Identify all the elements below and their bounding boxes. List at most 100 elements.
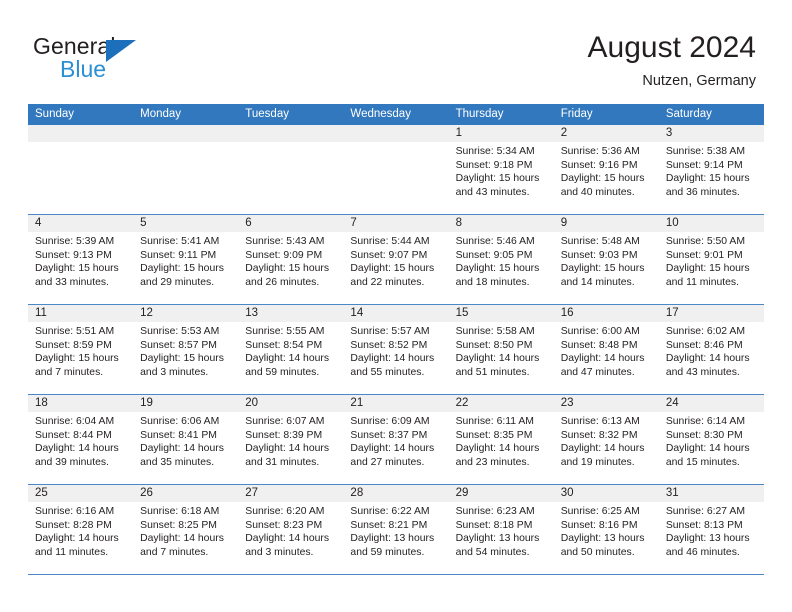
sunset-text: Sunset: 8:16 PM (560, 519, 638, 531)
daylight-text-line2: and 19 minutes. (560, 456, 635, 468)
day-number: 4 (35, 217, 42, 229)
sunset-text: Sunset: 8:41 PM (140, 429, 217, 441)
day-number: 3 (665, 127, 673, 139)
week-daynumber-strip: 1 2 3 (28, 125, 764, 142)
sunset-text: Sunset: 8:28 PM (35, 519, 112, 531)
day-number: 6 (245, 217, 252, 229)
sunrise-text: Sunrise: 6:27 AM (665, 506, 745, 517)
daylight-text-line1: Daylight: 14 hours (455, 443, 540, 455)
day-cell[interactable]: Sunrise: 6:04 AM Sunset: 8:44 PM Dayligh… (28, 412, 133, 484)
day-number: 18 (35, 397, 48, 409)
week-body: Sunrise: 6:16 AM Sunset: 8:28 PM Dayligh… (28, 502, 764, 574)
day-number: 17 (665, 307, 679, 319)
day-cell[interactable]: Sunrise: 6:16 AM Sunset: 8:28 PM Dayligh… (28, 502, 133, 574)
day-cell[interactable]: Sunrise: 5:44 AM Sunset: 9:07 PM Dayligh… (343, 232, 448, 304)
daylight-text-line2: and 51 minutes. (455, 366, 530, 378)
day-cell[interactable]: Sunrise: 5:43 AM Sunset: 9:09 PM Dayligh… (238, 232, 343, 304)
day-number: 12 (140, 307, 153, 319)
day-cell[interactable]: Sunrise: 5:46 AM Sunset: 9:05 PM Dayligh… (449, 232, 554, 304)
day-cell[interactable]: Sunrise: 6:22 AM Sunset: 8:21 PM Dayligh… (343, 502, 448, 574)
page-subtitle: Nutzen, Germany (642, 73, 756, 89)
day-cell[interactable]: Sunrise: 6:18 AM Sunset: 8:25 PM Dayligh… (133, 502, 238, 574)
week-row: 11 12 13 14 15 16 17 Sunrise: 5:51 AM Su… (28, 305, 764, 395)
daylight-text-line1: Daylight: 14 hours (35, 533, 119, 545)
sunrise-text: Sunrise: 6:11 AM (455, 416, 534, 427)
day-number: 28 (350, 487, 364, 499)
daylight-text-line2: and 3 minutes. (245, 546, 314, 558)
day-cell[interactable]: Sunrise: 6:13 AM Sunset: 8:32 PM Dayligh… (554, 412, 659, 484)
sunrise-text: Sunrise: 6:23 AM (455, 506, 535, 517)
weekday-header-friday: Friday (560, 108, 593, 120)
day-cell[interactable]: Sunrise: 5:34 AM Sunset: 9:18 PM Dayligh… (449, 142, 554, 214)
day-cell[interactable]: Sunrise: 5:51 AM Sunset: 8:59 PM Dayligh… (28, 322, 133, 394)
daylight-text-line1: Daylight: 14 hours (245, 353, 330, 365)
day-cell[interactable]: Sunrise: 5:50 AM Sunset: 9:01 PM Dayligh… (659, 232, 764, 304)
day-number (238, 125, 343, 142)
day-cell[interactable]: Sunrise: 6:14 AM Sunset: 8:30 PM Dayligh… (659, 412, 764, 484)
day-cell[interactable]: Sunrise: 5:57 AM Sunset: 8:52 PM Dayligh… (343, 322, 448, 394)
daylight-text-line1: Daylight: 14 hours (245, 533, 330, 545)
sunset-text: Sunset: 9:13 PM (35, 249, 112, 261)
week-daynumber-strip: 18 19 20 21 22 23 24 (28, 395, 764, 412)
week-row: 18 19 20 21 22 23 24 Sunrise: 6:04 AM Su… (28, 395, 764, 485)
day-cell[interactable] (133, 142, 238, 214)
day-cell[interactable]: Sunrise: 5:38 AM Sunset: 9:14 PM Dayligh… (659, 142, 764, 214)
day-cell[interactable] (343, 142, 448, 214)
daylight-text-line1: Daylight: 15 hours (350, 263, 435, 275)
generalblue-logo[interactable]: General Blue (33, 34, 233, 86)
day-cell[interactable]: Sunrise: 5:55 AM Sunset: 8:54 PM Dayligh… (238, 322, 343, 394)
sunset-text: Sunset: 8:50 PM (455, 339, 533, 351)
sunrise-text: Sunrise: 6:25 AM (560, 506, 640, 517)
day-cell[interactable]: Sunrise: 6:11 AM Sunset: 8:35 PM Dayligh… (449, 412, 554, 484)
day-cell[interactable]: Sunrise: 6:20 AM Sunset: 8:23 PM Dayligh… (238, 502, 343, 574)
sunrise-text: Sunrise: 6:20 AM (245, 506, 325, 517)
daylight-text-line1: Daylight: 14 hours (140, 533, 224, 545)
weekday-header-tuesday: Tuesday (245, 108, 289, 120)
sunset-text: Sunset: 8:48 PM (560, 339, 638, 351)
day-number: 15 (455, 307, 469, 319)
day-number: 8 (455, 217, 462, 229)
sunrise-text: Sunrise: 6:14 AM (665, 416, 745, 427)
daylight-text-line1: Daylight: 14 hours (665, 443, 750, 455)
sunrise-text: Sunrise: 5:36 AM (560, 146, 640, 157)
day-cell[interactable]: Sunrise: 5:53 AM Sunset: 8:57 PM Dayligh… (133, 322, 238, 394)
daylight-text-line1: Daylight: 15 hours (560, 263, 645, 275)
sunset-text: Sunset: 9:09 PM (245, 249, 323, 261)
day-cell[interactable]: Sunrise: 5:36 AM Sunset: 9:16 PM Dayligh… (554, 142, 659, 214)
day-cell[interactable]: Sunrise: 5:58 AM Sunset: 8:50 PM Dayligh… (449, 322, 554, 394)
day-cell[interactable]: Sunrise: 6:27 AM Sunset: 8:13 PM Dayligh… (659, 502, 764, 574)
day-cell[interactable]: Sunrise: 5:48 AM Sunset: 9:03 PM Dayligh… (554, 232, 659, 304)
day-cell[interactable]: Sunrise: 6:07 AM Sunset: 8:39 PM Dayligh… (238, 412, 343, 484)
page-header: General Blue August 2024 Nutzen, Germany (0, 0, 792, 104)
daylight-text-line2: and 36 minutes. (665, 186, 740, 198)
sunset-text: Sunset: 9:03 PM (560, 249, 638, 261)
sunset-text: Sunset: 9:01 PM (665, 249, 743, 261)
page-title: August 2024 (587, 31, 756, 64)
day-cell[interactable]: Sunrise: 6:00 AM Sunset: 8:48 PM Dayligh… (554, 322, 659, 394)
sunset-text: Sunset: 8:32 PM (560, 429, 638, 441)
day-cell[interactable]: Sunrise: 6:25 AM Sunset: 8:16 PM Dayligh… (554, 502, 659, 574)
week-body: Sunrise: 5:34 AM Sunset: 9:18 PM Dayligh… (28, 142, 764, 214)
day-number: 7 (350, 217, 357, 229)
day-number: 20 (245, 397, 259, 409)
sunrise-text: Sunrise: 5:55 AM (245, 326, 325, 337)
day-cell[interactable] (238, 142, 343, 214)
calendar-page: General Blue August 2024 Nutzen, Germany… (0, 0, 792, 612)
daylight-text-line2: and 26 minutes. (245, 276, 320, 288)
daylight-text-line2: and 43 minutes. (455, 186, 530, 198)
calendar-grid: Sunday Monday Tuesday Wednesday Thursday… (28, 104, 764, 575)
day-cell[interactable]: Sunrise: 6:02 AM Sunset: 8:46 PM Dayligh… (659, 322, 764, 394)
day-cell[interactable] (28, 142, 133, 214)
day-cell[interactable]: Sunrise: 6:23 AM Sunset: 8:18 PM Dayligh… (449, 502, 554, 574)
day-number: 31 (665, 487, 679, 499)
day-number: 9 (560, 217, 568, 229)
sunset-text: Sunset: 9:16 PM (560, 159, 638, 171)
day-cell[interactable]: Sunrise: 6:09 AM Sunset: 8:37 PM Dayligh… (343, 412, 448, 484)
sunrise-text: Sunrise: 5:39 AM (35, 236, 115, 247)
logo-text-blue: Blue (60, 56, 107, 82)
daylight-text-line2: and 29 minutes. (140, 276, 215, 288)
day-cell[interactable]: Sunrise: 5:39 AM Sunset: 9:13 PM Dayligh… (28, 232, 133, 304)
daylight-text-line1: Daylight: 14 hours (665, 353, 750, 365)
day-cell[interactable]: Sunrise: 5:41 AM Sunset: 9:11 PM Dayligh… (133, 232, 238, 304)
day-cell[interactable]: Sunrise: 6:06 AM Sunset: 8:41 PM Dayligh… (133, 412, 238, 484)
